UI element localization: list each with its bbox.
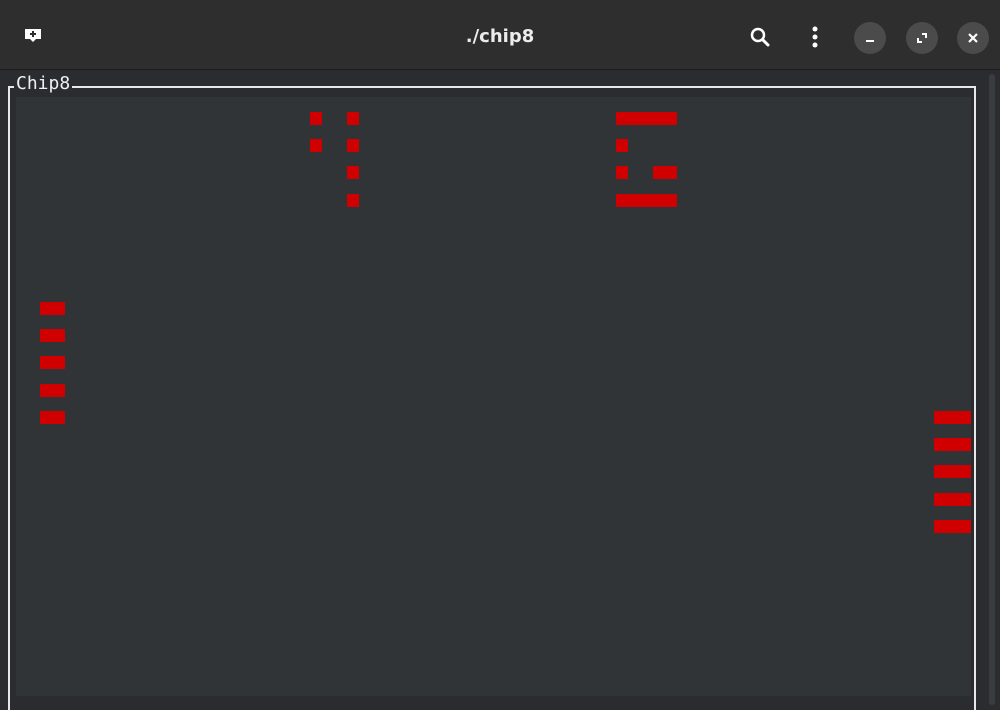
left-score-pixel (347, 139, 359, 152)
right-score-pixel (653, 166, 677, 179)
chip8-screen (16, 97, 971, 696)
right-paddle-segment (934, 465, 971, 478)
left-paddle-segment (40, 384, 65, 397)
search-icon (750, 27, 770, 47)
left-paddle-segment (40, 302, 65, 315)
minimize-icon (866, 40, 874, 42)
left-score-pixel (347, 112, 359, 125)
right-score-pixel (616, 139, 628, 152)
left-score-pixel (347, 166, 359, 179)
scrollbar-thumb[interactable] (989, 74, 995, 705)
menu-button[interactable] (798, 20, 832, 54)
right-score-pixel (616, 194, 677, 207)
maximize-icon (917, 33, 927, 43)
new-tab-button[interactable] (16, 18, 50, 52)
maximize-button[interactable] (906, 22, 938, 54)
right-paddle-segment (934, 493, 971, 506)
title-bar: ./chip8 (0, 0, 1000, 70)
left-paddle-segment (40, 411, 65, 424)
left-paddle-segment (40, 329, 65, 342)
right-paddle-segment (934, 411, 971, 424)
left-score-pixel (310, 139, 322, 152)
left-score-pixel (347, 194, 359, 207)
new-tab-icon (25, 29, 41, 42)
right-score-pixel (616, 166, 628, 179)
left-paddle-segment (40, 356, 65, 369)
minimize-button[interactable] (854, 22, 886, 54)
right-paddle-segment (934, 438, 971, 451)
scrollbar[interactable] (986, 70, 1000, 709)
right-paddle-segment (934, 520, 971, 533)
kebab-menu-icon (812, 26, 818, 48)
search-button[interactable] (743, 20, 777, 54)
window-title: ./chip8 (465, 26, 535, 47)
right-score-pixel (616, 112, 677, 125)
close-button[interactable] (957, 22, 989, 54)
left-score-pixel (310, 112, 322, 125)
frame-title: Chip8 (14, 72, 73, 96)
close-icon (968, 33, 978, 43)
